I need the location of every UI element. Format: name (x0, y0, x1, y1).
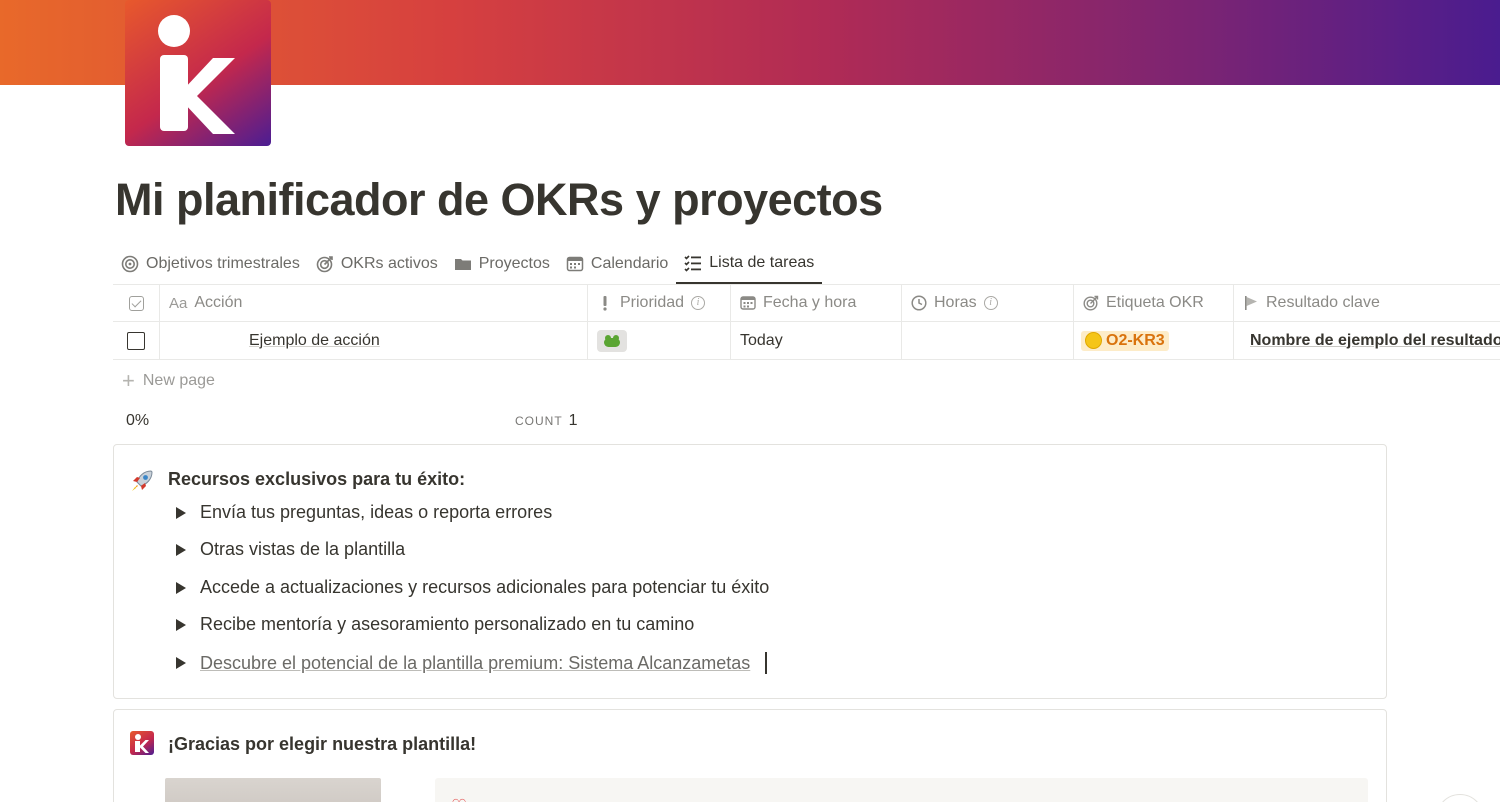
new-page-button[interactable]: + New page (122, 368, 215, 393)
row-checkbox-cell[interactable] (113, 322, 160, 359)
tab-label: Proyectos (478, 255, 550, 272)
toggle-actualizaciones[interactable]: Accede a actualizaciones y recursos adic… (175, 577, 769, 598)
target-arrow-icon (316, 256, 333, 273)
calendar-icon (566, 256, 584, 272)
toggle-label: Accede a actualizaciones y recursos adic… (200, 577, 770, 597)
checklist-icon (684, 255, 702, 272)
flag-icon (1245, 296, 1257, 310)
count-summary[interactable]: COUNT 1 (515, 412, 578, 430)
clock-icon (911, 295, 927, 311)
tab-label: OKRs activos (340, 255, 438, 272)
priority-chip[interactable] (597, 329, 627, 352)
exclamation-icon (603, 296, 607, 311)
thanks-title: ¡Gracias por elegir nuestra plantilla! (168, 734, 477, 754)
table-row[interactable]: Ejemplo de acción Today O2-KR3 Nombre de… (113, 322, 1500, 360)
toggle-preguntas[interactable]: Envía tus preguntas, ideas o reporta err… (175, 502, 552, 523)
header-etiqueta-okr[interactable]: Etiqueta OKR (1074, 285, 1234, 321)
tab-label: Lista de tareas (709, 254, 815, 271)
rocket-icon[interactable] (129, 468, 155, 499)
header-label: Prioridad (620, 294, 685, 311)
task-table: Aa Acción Prioridad i Fecha y hora Horas… (113, 284, 1500, 360)
resultado-link[interactable]: Nombre de ejemplo del resultado clave (1250, 332, 1500, 350)
tab-lista-de-tareas[interactable]: Lista de tareas (676, 244, 823, 284)
info-icon[interactable]: i (983, 296, 998, 310)
toggle-plantilla-premium[interactable]: Descubre el potencial de la plantilla pr… (175, 652, 767, 674)
accion-value[interactable]: Ejemplo de acción (249, 332, 380, 350)
moon-icon (1085, 332, 1102, 349)
header-accion[interactable]: Aa Acción (160, 285, 588, 321)
calendar-icon (740, 296, 756, 310)
toggle-otras-vistas[interactable]: Otras vistas de la plantilla (175, 539, 405, 560)
horas-cell[interactable] (902, 322, 1074, 359)
tab-label: Calendario (590, 255, 669, 272)
header-label: Etiqueta OKR (1106, 294, 1204, 311)
header-checkbox-column[interactable] (113, 285, 160, 321)
tab-proyectos[interactable]: Proyectos (446, 244, 558, 284)
tab-calendario[interactable]: Calendario (558, 244, 676, 284)
thanks-callout: ¡Gracias por elegir nuestra plantilla! ♡ (113, 709, 1387, 802)
count-label: COUNT (515, 414, 563, 428)
plus-icon: + (122, 368, 135, 393)
header-label: Horas (934, 294, 977, 311)
fecha-cell[interactable]: Today (731, 322, 902, 359)
checkbox-icon (128, 295, 144, 311)
resources-callout: Recursos exclusivos para tu éxito: Envía… (113, 444, 1387, 699)
info-icon[interactable]: i (691, 296, 706, 310)
header-fecha[interactable]: Fecha y hora (731, 285, 902, 321)
count-value: 1 (568, 412, 578, 429)
header-label: Acción (194, 294, 243, 311)
header-label: Resultado clave (1266, 294, 1380, 311)
toggle-label: Envía tus preguntas, ideas o reporta err… (200, 502, 553, 522)
page-logo-icon[interactable] (125, 0, 271, 146)
header-resultado-clave[interactable]: Resultado clave (1234, 285, 1500, 321)
view-tabs: Objetivos trimestrales OKRs activos Proy… (113, 244, 823, 284)
heart-icon: ♡ (451, 796, 467, 802)
toggle-triangle-icon[interactable] (176, 657, 186, 669)
header-label: Fecha y hora (763, 294, 857, 311)
help-button[interactable] (1436, 794, 1484, 802)
toggle-triangle-icon[interactable] (176, 581, 186, 594)
text-property-icon: Aa (169, 294, 188, 312)
target-arrow-icon (1083, 295, 1099, 311)
toggle-triangle-icon[interactable] (176, 506, 186, 519)
tab-okrs-activos[interactable]: OKRs activos (308, 244, 446, 284)
percent-summary[interactable]: 0% (126, 412, 149, 430)
tab-label: Objetivos trimestrales (146, 255, 300, 272)
table-header-row: Aa Acción Prioridad i Fecha y hora Horas… (113, 284, 1500, 322)
okr-tag-label: O2-KR3 (1106, 331, 1165, 349)
target-icon (121, 255, 139, 273)
toggle-label-link[interactable]: Descubre el potencial de la plantilla pr… (200, 653, 750, 674)
row-checkbox[interactable] (127, 331, 145, 350)
quote-box: ♡ (435, 778, 1368, 802)
new-page-label: New page (142, 372, 215, 389)
etiqueta-cell[interactable]: O2-KR3 (1074, 322, 1234, 359)
page-title[interactable]: Mi planificador de OKRs y proyectos (115, 174, 883, 226)
ik-logo-icon[interactable] (130, 731, 154, 755)
tab-objetivos-trimestrales[interactable]: Objetivos trimestrales (113, 244, 308, 284)
resultado-cell[interactable]: Nombre de ejemplo del resultado clave (1234, 322, 1500, 359)
text-cursor (765, 652, 767, 674)
frog-icon (603, 334, 621, 348)
prioridad-cell[interactable] (588, 322, 731, 359)
resources-title: Recursos exclusivos para tu éxito: (168, 469, 466, 489)
okr-tag[interactable]: O2-KR3 (1081, 330, 1169, 351)
toggle-label: Recibe mentoría y asesoramiento personal… (200, 614, 695, 634)
header-horas[interactable]: Horas i (902, 285, 1074, 321)
folder-icon (454, 259, 471, 270)
toggle-triangle-icon[interactable] (176, 618, 186, 631)
toggle-label: Otras vistas de la plantilla (200, 539, 406, 559)
header-prioridad[interactable]: Prioridad i (588, 285, 731, 321)
author-photo (165, 778, 381, 802)
fecha-value: Today (740, 331, 783, 349)
toggle-triangle-icon[interactable] (176, 543, 186, 556)
accion-cell[interactable]: Ejemplo de acción (160, 322, 588, 359)
toggle-mentoria[interactable]: Recibe mentoría y asesoramiento personal… (175, 614, 694, 635)
